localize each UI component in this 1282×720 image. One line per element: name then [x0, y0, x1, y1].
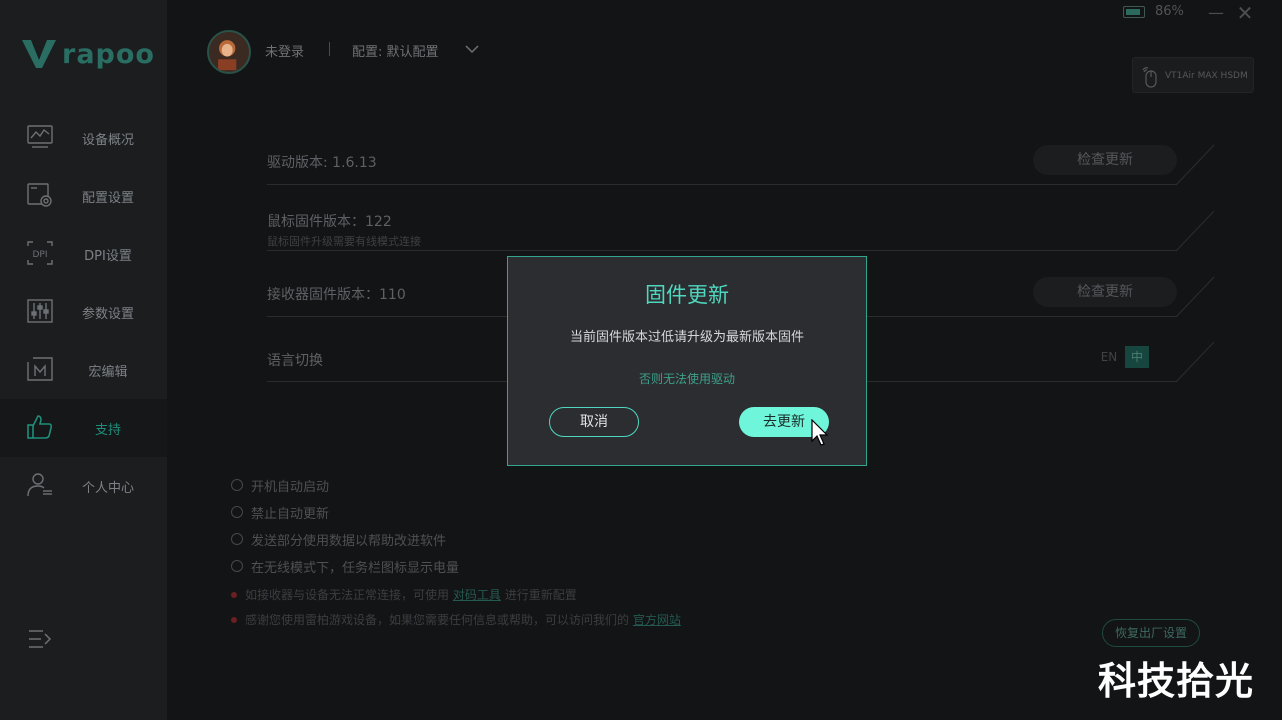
- sidebar-item-label: 参数设置: [81, 306, 134, 322]
- sidebar-item-label: 宏编辑: [88, 364, 128, 380]
- battery-fill: [1126, 9, 1140, 15]
- sidebar-item-config[interactable]: 配置设置: [0, 167, 167, 225]
- dialog-sub-message: 否则无法使用驱动: [638, 372, 735, 386]
- minimize-icon[interactable]: —: [1207, 4, 1225, 22]
- lang-en-option[interactable]: EN: [1097, 350, 1121, 364]
- sliders-icon: [27, 299, 53, 323]
- sidebar-item-params[interactable]: 参数设置: [0, 283, 167, 341]
- driver-version: 驱动版本: 1.6.13: [267, 155, 377, 171]
- sidebar-nav: 设备概况 配置设置 DPI DPI设置 参数设置 宏编辑 支持 个人中心: [0, 109, 167, 515]
- svg-text:DPI: DPI: [32, 250, 47, 260]
- sidebar-item-label: 配置设置: [81, 190, 134, 206]
- watermark-text: 科技拾光: [1098, 659, 1255, 703]
- chevron-down-icon[interactable]: [465, 43, 479, 55]
- mouse-icon: [1142, 67, 1157, 88]
- lang-zh-option[interactable]: 中: [1125, 346, 1149, 368]
- sidebar-item-device-overview[interactable]: 设备概况: [0, 109, 167, 167]
- sidebar-item-support[interactable]: 支持: [0, 399, 167, 457]
- sidebar-item-label: 设备概况: [81, 132, 134, 148]
- row-corner-line: [1175, 341, 1215, 383]
- option-send-usage-data[interactable]: 发送部分使用数据以帮助改进软件: [231, 530, 447, 549]
- receiver-firmware-version: 接收器固件版本：110: [267, 287, 406, 303]
- header-divider: [329, 42, 330, 56]
- note-text: 进行重新配置: [504, 588, 577, 602]
- settings-screen-icon: [27, 183, 52, 207]
- cancel-button[interactable]: 取消: [549, 407, 639, 437]
- row-corner-line: [1175, 210, 1215, 252]
- device-name: VT1Air MAX HSDM: [1165, 71, 1248, 81]
- row-corner-line: [1175, 144, 1215, 186]
- avatar[interactable]: [207, 30, 251, 74]
- user-name[interactable]: 未登录: [265, 41, 304, 60]
- option-label: 在无线模式下，任务栏图标显示电量: [251, 560, 460, 576]
- mouse-firmware-hint: 鼠标固件升级需要有线模式连接: [267, 235, 421, 248]
- option-disable-auto-update[interactable]: 禁止自动更新: [231, 503, 330, 522]
- rapoo-logo: rapoo: [22, 38, 155, 70]
- profile-selector-label[interactable]: 配置: 默认配置: [352, 41, 439, 60]
- language-label: 语言切换: [267, 353, 323, 369]
- note-dot: [231, 591, 237, 598]
- radio-button[interactable]: [231, 479, 243, 491]
- note-pairing: 如接收器与设备无法正常连接，可使用 对码工具 进行重新配置: [231, 586, 577, 603]
- radio-button[interactable]: [231, 560, 243, 572]
- dialog-message: 当前固件版本过低请升级为最新版本固件: [569, 330, 804, 345]
- sidebar-item-profile[interactable]: 个人中心: [0, 457, 167, 515]
- option-autostart[interactable]: 开机自动启动: [231, 476, 330, 495]
- battery-percent: 86%: [1155, 4, 1184, 19]
- option-label: 禁止自动更新: [251, 506, 330, 522]
- mouse-cursor-icon: [811, 419, 829, 446]
- row-divider: [267, 250, 1177, 251]
- sidebar-item-label: DPI设置: [84, 248, 132, 264]
- battery-icon: [1123, 6, 1145, 18]
- row-divider: [267, 184, 1177, 185]
- factory-reset-button[interactable]: 恢复出厂设置: [1102, 619, 1200, 647]
- row-corner-line: [1175, 276, 1215, 318]
- official-website-link[interactable]: 官方网站: [633, 613, 681, 627]
- radio-button[interactable]: [231, 533, 243, 545]
- close-icon[interactable]: ✕: [1235, 3, 1255, 23]
- collapse-menu-icon[interactable]: [28, 628, 52, 650]
- macro-icon: [27, 357, 53, 381]
- note-dot: [231, 616, 237, 623]
- sidebar: rapoo 设备概况 配置设置 DPI DPI设置 参数设置 宏编辑 支持 个人…: [0, 0, 167, 720]
- avatar-image: [209, 32, 246, 71]
- device-badge[interactable]: VT1Air MAX HSDM: [1132, 57, 1254, 93]
- user-icon: [27, 473, 52, 497]
- option-label: 发送部分使用数据以帮助改进软件: [251, 533, 447, 549]
- note-website: 感谢您使用雷柏游戏设备，如果您需要任何信息或帮助，可以访问我们的 官方网站: [231, 611, 681, 628]
- rapoo-logo-mark-icon: [22, 40, 56, 68]
- sidebar-item-dpi[interactable]: DPI DPI设置: [0, 225, 167, 283]
- sidebar-item-macro[interactable]: 宏编辑: [0, 341, 167, 399]
- note-text: 如接收器与设备无法正常连接，可使用: [245, 588, 450, 602]
- chart-monitor-icon: [27, 125, 53, 148]
- radio-button[interactable]: [231, 506, 243, 518]
- sidebar-item-label: 个人中心: [81, 480, 134, 496]
- dialog-title: 固件更新: [645, 283, 729, 307]
- mouse-firmware-version: 鼠标固件版本：122: [267, 214, 392, 230]
- thumbs-up-icon: [27, 415, 53, 439]
- pairing-tool-link[interactable]: 对码工具: [453, 588, 501, 602]
- dpi-icon: DPI: [27, 241, 53, 265]
- language-toggle[interactable]: EN 中: [1097, 346, 1149, 368]
- option-tray-battery[interactable]: 在无线模式下，任务栏图标显示电量: [231, 557, 460, 576]
- sidebar-item-label: 支持: [94, 422, 121, 438]
- check-update-driver-button[interactable]: 检查更新: [1033, 145, 1177, 175]
- note-text: 感谢您使用雷柏游戏设备，如果您需要任何信息或帮助，可以访问我们的: [245, 613, 630, 627]
- logo-text: rapoo: [62, 38, 155, 70]
- option-label: 开机自动启动: [251, 479, 330, 495]
- check-update-receiver-button[interactable]: 检查更新: [1033, 277, 1177, 307]
